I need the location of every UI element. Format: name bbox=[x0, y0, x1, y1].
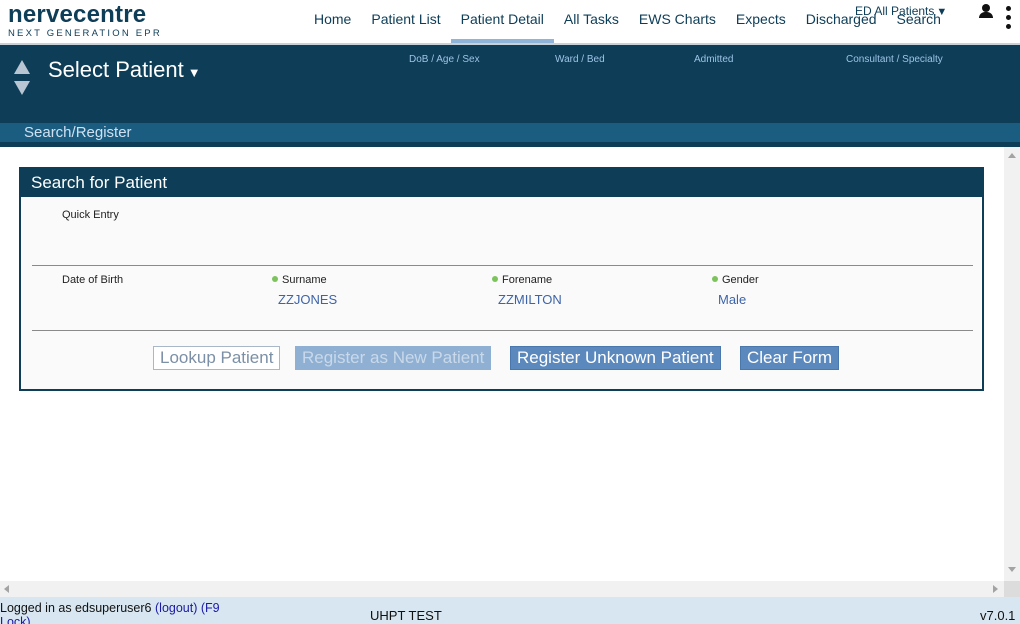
date-of-birth-label: Date of Birth bbox=[62, 274, 124, 286]
required-dot-icon bbox=[712, 276, 718, 282]
nav-all-tasks[interactable]: All Tasks bbox=[554, 0, 629, 43]
scroll-down-icon[interactable] bbox=[1008, 567, 1016, 572]
forename-label: Forename bbox=[492, 274, 552, 286]
ward-bed-label: Ward / Bed bbox=[555, 54, 605, 65]
search-register-tab[interactable]: Search/Register bbox=[24, 124, 132, 141]
previous-patient-icon[interactable] bbox=[14, 60, 30, 74]
select-patient-label: Select Patient bbox=[48, 57, 184, 82]
caret-down-icon: ▼ bbox=[936, 6, 948, 18]
search-form: Quick Entry Date of Birth Surname ZZJONE… bbox=[22, 197, 981, 389]
register-unknown-patient-button[interactable]: Register Unknown Patient bbox=[510, 346, 721, 370]
top-nav: nervecentre NEXT GENERATION EPR Home Pat… bbox=[0, 0, 1020, 45]
select-patient-dropdown[interactable]: Select Patient ▼ bbox=[48, 57, 201, 83]
status-footer: Logged in as edsuperuser6 (logout) (F9 L… bbox=[0, 597, 1020, 624]
dob-age-sex-label: DoB / Age / Sex bbox=[409, 54, 480, 65]
nav-expects[interactable]: Expects bbox=[726, 0, 796, 43]
lookup-patient-button[interactable]: Lookup Patient bbox=[153, 346, 281, 370]
clear-form-button[interactable]: Clear Form bbox=[740, 346, 840, 370]
logout-link[interactable]: (logout) bbox=[155, 601, 197, 615]
required-dot-icon bbox=[272, 276, 278, 282]
nav-menu: Home Patient List Patient Detail All Tas… bbox=[304, 0, 951, 43]
scroll-right-icon[interactable] bbox=[993, 585, 998, 593]
required-dot-icon bbox=[492, 276, 498, 282]
section-bar-border bbox=[0, 142, 1020, 147]
gender-label: Gender bbox=[712, 274, 759, 286]
search-panel: Search for Patient Quick Entry Date of B… bbox=[19, 167, 984, 391]
scroll-left-icon[interactable] bbox=[4, 585, 9, 593]
patient-banner: Select Patient ▼ DoB / Age / Sex Ward / B… bbox=[0, 45, 1020, 123]
divider bbox=[32, 265, 973, 266]
caret-down-icon: ▼ bbox=[187, 65, 201, 80]
nav-ews-charts[interactable]: EWS Charts bbox=[629, 0, 726, 43]
search-panel-title: Search for Patient bbox=[21, 169, 982, 197]
scroll-up-icon[interactable] bbox=[1008, 153, 1016, 158]
scrollbar-corner bbox=[1004, 581, 1020, 597]
logo: nervecentre NEXT GENERATION EPR bbox=[8, 2, 162, 39]
quick-entry-label: Quick Entry bbox=[62, 209, 119, 221]
surname-label: Surname bbox=[272, 274, 327, 286]
horizontal-scrollbar[interactable] bbox=[0, 581, 1004, 597]
login-status: Logged in as edsuperuser6 (logout) (F9 L… bbox=[0, 601, 250, 624]
section-bar: Search/Register bbox=[0, 123, 1020, 142]
user-icon[interactable] bbox=[979, 4, 993, 18]
environment-label: UHPT TEST bbox=[370, 608, 442, 623]
nav-patient-list[interactable]: Patient List bbox=[361, 0, 450, 43]
nav-home[interactable]: Home bbox=[304, 0, 361, 43]
next-patient-icon[interactable] bbox=[14, 81, 30, 95]
logo-wordmark: nervecentre bbox=[8, 1, 147, 28]
ward-selector[interactable]: ED All Patients ▼ bbox=[855, 4, 947, 18]
consultant-specialty-label: Consultant / Specialty bbox=[846, 54, 943, 65]
register-new-patient-button[interactable]: Register as New Patient bbox=[295, 346, 492, 370]
ward-selector-label: ED All Patients bbox=[855, 4, 935, 18]
nav-patient-detail[interactable]: Patient Detail bbox=[450, 0, 554, 43]
app-window: nervecentre NEXT GENERATION EPR Home Pat… bbox=[0, 0, 1020, 624]
admitted-label: Admitted bbox=[694, 54, 734, 65]
version-label: v7.0.1 bbox=[980, 608, 1016, 623]
forename-field[interactable]: ZZMILTON bbox=[498, 292, 562, 307]
logged-in-text: Logged in as edsuperuser6 bbox=[0, 601, 152, 615]
surname-field[interactable]: ZZJONES bbox=[278, 292, 337, 307]
vertical-scrollbar[interactable] bbox=[1004, 147, 1020, 581]
logo-tagline: NEXT GENERATION EPR bbox=[8, 28, 162, 39]
divider bbox=[32, 330, 973, 331]
kebab-menu-icon[interactable] bbox=[1006, 6, 1012, 30]
gender-field[interactable]: Male bbox=[718, 292, 746, 307]
